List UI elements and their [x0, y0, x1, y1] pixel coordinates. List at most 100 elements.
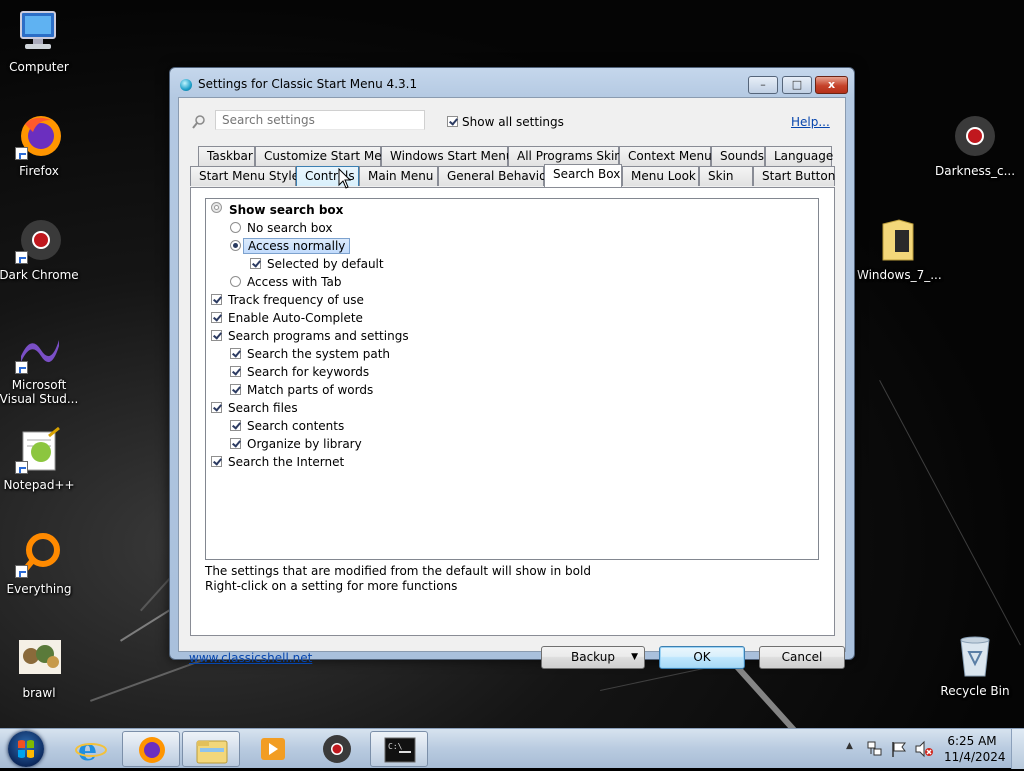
setting-show-search-box[interactable]: Show search box — [210, 200, 343, 218]
tab-skin[interactable]: Skin — [699, 166, 753, 186]
checkbox-icon — [211, 330, 222, 341]
desktop-icon-label: Notepad++ — [3, 478, 75, 492]
setting-search-contents[interactable]: Search contents — [230, 416, 344, 434]
system-tray: ▲ 6:25 AM 11/4/2024 — [840, 729, 1024, 769]
tab-sounds[interactable]: Sounds — [711, 146, 765, 166]
chrome-icon — [951, 112, 999, 160]
taskbar-firefox[interactable] — [122, 731, 180, 767]
show-hidden-icons-icon[interactable]: ▲ — [846, 741, 853, 751]
visual-studio-icon — [15, 326, 63, 374]
settings-window: Settings for Classic Start Menu 4.3.1 – … — [169, 67, 855, 669]
desktop-icon-visual-studio[interactable]: Microsoft Visual Stud... — [0, 326, 79, 406]
desktop-icon-darkness-chrome[interactable]: Darkness_c... — [935, 112, 1015, 178]
setting-label: Search programs and settings — [228, 328, 409, 343]
volume-muted-icon[interactable] — [914, 740, 934, 758]
desktop-icon-notepadpp[interactable]: Notepad++ — [0, 426, 79, 492]
tab-start-button[interactable]: Start Button — [753, 166, 835, 186]
tab-customize-start-menu[interactable]: Customize Start Menu — [255, 146, 397, 166]
desktop-icon-dark-chrome[interactable]: Dark Chrome — [0, 216, 79, 282]
show-all-settings-checkbox[interactable]: Show all settings — [447, 114, 564, 129]
cancel-button[interactable]: Cancel — [759, 646, 845, 669]
help-link[interactable]: Help... — [791, 115, 830, 129]
desktop-icon-recycle-bin[interactable]: Recycle Bin — [935, 632, 1015, 698]
tab-start-menu-style[interactable]: Start Menu Style — [190, 166, 299, 186]
close-button[interactable]: x — [815, 76, 848, 94]
taskbar-command-prompt[interactable]: C:\ — [370, 731, 428, 767]
show-desktop-button[interactable] — [1011, 729, 1024, 769]
media-player-icon — [261, 738, 285, 760]
start-button[interactable] — [8, 731, 44, 767]
setting-access-normally[interactable]: Access normally — [230, 236, 351, 254]
tab-search-box[interactable]: Search Box — [544, 164, 622, 187]
title-bar[interactable]: Settings for Classic Start Menu 4.3.1 – … — [170, 68, 854, 100]
setting-label: Search for keywords — [247, 364, 370, 379]
setting-track-frequency[interactable]: Track frequency of use — [211, 290, 364, 308]
tab-all-programs-skin[interactable]: All Programs Skin — [508, 146, 622, 166]
everything-icon — [15, 530, 63, 578]
radio-button — [230, 276, 241, 287]
hint-text-bold: The settings that are modified from the … — [205, 564, 591, 578]
maximize-button[interactable]: □ — [782, 76, 812, 94]
tab-language[interactable]: Language — [765, 146, 833, 166]
setting-access-with-tab[interactable]: Access with Tab — [230, 272, 341, 290]
setting-no-search-box[interactable]: No search box — [230, 218, 333, 236]
settings-tree[interactable]: Show search box No search box Access nor… — [205, 198, 819, 560]
taskbar-file-explorer[interactable] — [182, 731, 240, 767]
setting-selected-by-default[interactable]: Selected by default — [250, 254, 384, 272]
desktop-icon-windows7-folder[interactable]: Windows_7_... — [857, 216, 942, 282]
setting-label: Search contents — [247, 418, 345, 433]
setting-organize-by-library[interactable]: Organize by library — [230, 434, 362, 452]
search-settings-input[interactable] — [215, 110, 425, 130]
taskbar-chrome[interactable] — [308, 731, 366, 767]
ok-button[interactable]: OK — [659, 646, 745, 669]
taskbar-media-player[interactable] — [244, 731, 302, 767]
checkbox-icon — [230, 366, 241, 377]
tab-taskbar[interactable]: Taskbar — [198, 146, 255, 166]
desktop-icon-brawl[interactable]: brawl — [0, 634, 79, 700]
setting-label: Access with Tab — [247, 274, 342, 289]
desktop-icon-everything[interactable]: Everything — [0, 530, 79, 596]
setting-label: Selected by default — [267, 256, 384, 271]
backup-button-label: Backup — [571, 650, 615, 664]
desktop-icon-label: Computer — [9, 60, 69, 74]
setting-search-programs[interactable]: Search programs and settings — [211, 326, 409, 344]
network-icon[interactable] — [866, 740, 884, 758]
tab-panel-search-box: Show search box No search box Access nor… — [190, 187, 835, 636]
setting-search-system-path[interactable]: Search the system path — [230, 344, 390, 362]
checkbox-icon — [230, 438, 241, 449]
desktop-icon-label: brawl — [22, 686, 56, 700]
windows-logo-icon — [18, 740, 34, 758]
desktop-icon-label: Firefox — [19, 164, 59, 178]
setting-label: No search box — [247, 220, 333, 235]
backup-button[interactable]: Backup ▼ — [541, 646, 645, 669]
action-center-flag-icon[interactable] — [890, 740, 908, 758]
firefox-icon — [139, 737, 165, 763]
setting-search-files[interactable]: Search files — [211, 398, 298, 416]
setting-label: Organize by library — [247, 436, 362, 451]
clock-time[interactable]: 6:25 AM — [944, 734, 1000, 748]
clock-date[interactable]: 11/4/2024 — [944, 750, 1006, 764]
setting-enable-auto-complete[interactable]: Enable Auto-Complete — [211, 308, 363, 326]
firefox-icon — [15, 112, 63, 160]
tab-windows-start-menu[interactable]: Windows Start Menu — [381, 146, 513, 166]
desktop-icon-computer[interactable]: Computer — [0, 8, 79, 74]
radio-button — [230, 222, 241, 233]
tab-menu-look[interactable]: Menu Look — [622, 166, 699, 186]
desktop-icon-firefox[interactable]: Firefox — [0, 112, 79, 178]
checkbox-icon — [211, 402, 222, 413]
mouse-cursor-icon — [338, 168, 352, 189]
setting-label: Access normally — [243, 237, 351, 254]
setting-search-internet[interactable]: Search the Internet — [211, 452, 344, 470]
setting-match-parts[interactable]: Match parts of words — [230, 380, 373, 398]
classicshell-website-link[interactable]: www.classicshell.net — [189, 651, 312, 665]
taskbar-internet-explorer[interactable]: e — [62, 731, 120, 768]
dialog-client: Show all settings Help... Taskbar Custom… — [178, 97, 846, 669]
tab-context-menu[interactable]: Context Menu — [619, 146, 712, 166]
image-file-icon — [15, 634, 63, 682]
tab-main-menu[interactable]: Main Menu — [359, 166, 438, 186]
notepadpp-icon — [15, 426, 63, 474]
tab-general-behavior[interactable]: General Behavior — [438, 166, 551, 186]
setting-label: Search files — [228, 400, 298, 415]
minimize-button[interactable]: – — [748, 76, 778, 94]
setting-search-keywords[interactable]: Search for keywords — [230, 362, 369, 380]
